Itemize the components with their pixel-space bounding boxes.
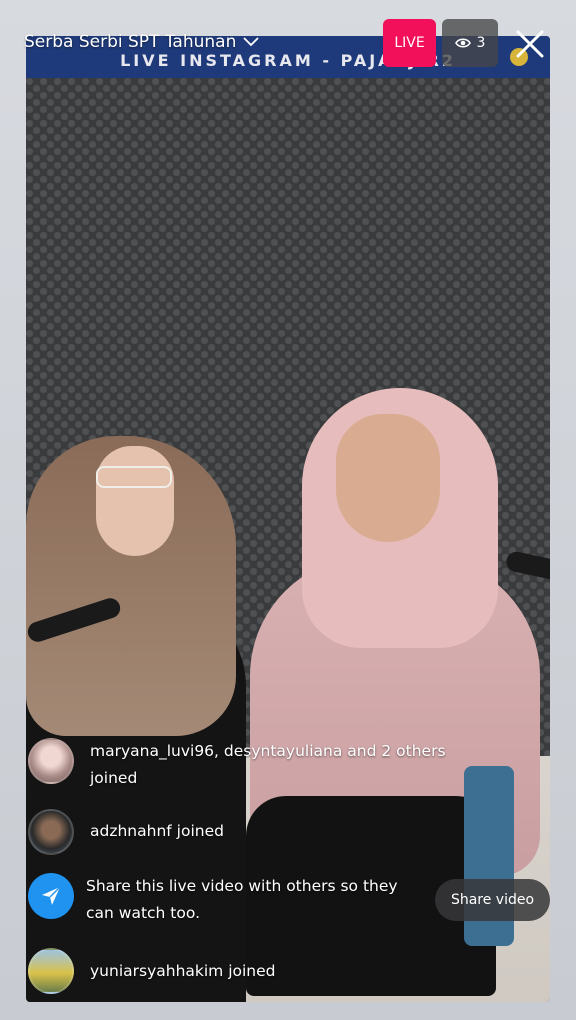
feed-item: adzhnahnf joined	[28, 809, 224, 855]
live-title: Serba Serbi SPT Tahunan	[24, 32, 237, 52]
live-header: Serba Serbi SPT Tahunan LIVE 3	[0, 0, 576, 80]
feed-item-text: yuniarsyahhakim joined	[90, 962, 276, 980]
close-icon	[516, 30, 544, 58]
feed-item: maryana_luvi96, desyntayuliana and 2 oth…	[28, 738, 446, 792]
live-video[interactable]: LIVE INSTAGRAM - PAJAKJ R2	[26, 36, 550, 1002]
share-video-button-label: Share video	[450, 892, 535, 908]
chevron-down-icon	[243, 37, 259, 47]
eye-icon	[454, 38, 471, 48]
viewer-count: 3	[476, 35, 486, 51]
live-title-dropdown[interactable]: Serba Serbi SPT Tahunan	[24, 32, 260, 52]
avatar[interactable]	[28, 738, 74, 784]
avatar[interactable]	[28, 809, 74, 855]
feed-item-text: Share this live video with others so the…	[86, 877, 398, 922]
feed-item-share-prompt: Share this live video with others so the…	[28, 873, 398, 927]
avatar[interactable]	[28, 948, 74, 994]
live-badge-label: LIVE	[394, 35, 425, 51]
feed-item-text: maryana_luvi96, desyntayuliana and 2 oth…	[90, 742, 446, 787]
viewer-count-badge[interactable]: 3	[442, 19, 498, 67]
live-video-stage: LIVE INSTAGRAM - PAJAKJ R2	[0, 0, 576, 1020]
live-badge: LIVE	[383, 19, 436, 67]
feed-item: yuniarsyahhakim joined	[28, 948, 276, 994]
feed-item-text: adzhnahnf joined	[90, 822, 224, 840]
paper-plane-icon	[42, 886, 61, 905]
share-video-button[interactable]: Share video	[435, 879, 550, 921]
close-button[interactable]	[510, 24, 550, 64]
share-prompt-icon	[28, 873, 74, 919]
